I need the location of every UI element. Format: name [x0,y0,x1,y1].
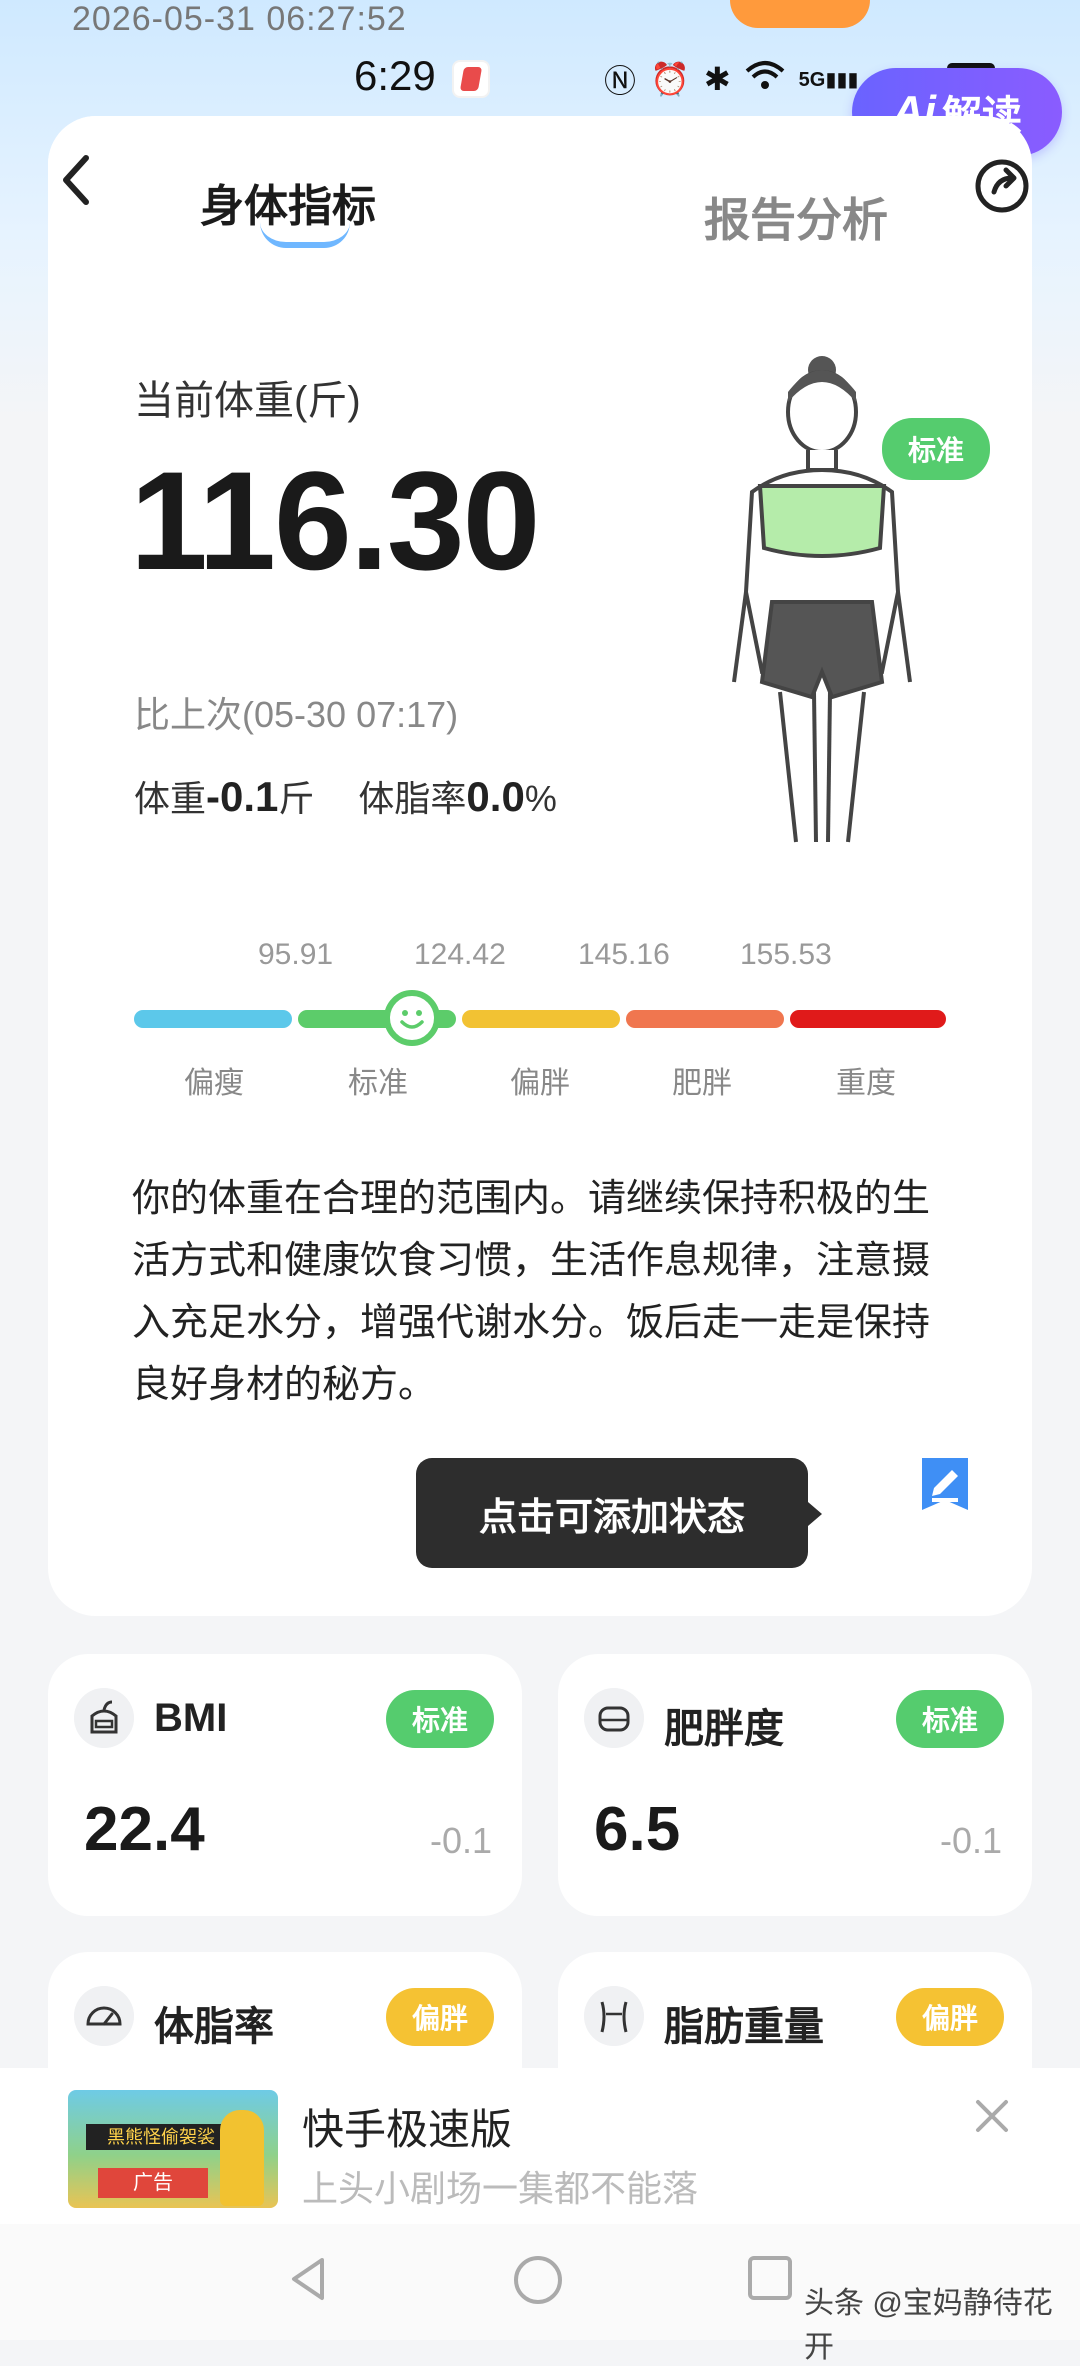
metric-badge-body-fat: 偏胖 [386,1988,494,2046]
metric-card-obesity[interactable]: 肥胖度 标准 6.5 -0.1 [558,1654,1032,1916]
scale-label-overweight: 偏胖 [510,1067,570,1100]
metric-badge-fat-mass: 偏胖 [896,1988,1004,2046]
metric-title-bmi: BMI [154,1696,228,1740]
threshold-2: 124.42 [414,938,506,971]
scale-label-underweight: 偏瘦 [184,1067,244,1100]
apple-scale-icon [74,1688,134,1748]
bluetooth-icon: ✱ [703,61,731,97]
app-notification-icon [452,60,490,98]
ad-close-icon[interactable] [972,2096,1012,2136]
weight-status-badge: 标准 [882,418,990,480]
ad-character-image [220,2110,264,2206]
metric-value-obesity: 6.5 [594,1795,681,1864]
metric-badge-obesity: 标准 [896,1690,1004,1748]
add-status-tooltip[interactable]: 点击可添加状态 [416,1458,822,1568]
ad-title: 快手极速版 [302,2106,513,2153]
metric-card-bmi[interactable]: BMI 标准 22.4 -0.1 [48,1654,522,1916]
scale-label-severe: 重度 [836,1067,896,1100]
metric-delta-obesity: -0.1 [939,1820,1002,1861]
torso-icon [584,1986,644,2046]
watermark: 头条 @宝妈静待花开 [804,2287,1053,2364]
threshold-3: 145.16 [578,938,670,971]
metric-delta-bmi: -0.1 [429,1820,492,1861]
wifi-icon [745,59,785,99]
nav-home-icon[interactable] [514,2256,562,2304]
ad-thumbnail: 黑熊怪偷袈裟 广告 [68,2090,278,2208]
alarm-icon: ⏰ [650,61,690,97]
threshold-1: 95.91 [258,938,334,971]
weight-value: 116.30 [130,442,540,599]
scale-segment-underweight [134,1010,292,1028]
nfc-icon: Ⓝ [604,63,637,99]
body-roll-icon [584,1688,644,1748]
ad-subtitle: 上头小剧场一集都不能落 [302,2168,699,2209]
ad-tag: 广告 [98,2168,208,2198]
top-orange-tab [730,0,870,28]
gauge-icon [74,1986,134,2046]
back-arrow-icon[interactable] [56,150,96,210]
tab-report-analysis[interactable]: 报告分析 [704,184,888,250]
system-navigation-bar: 头条 @宝妈静待花开 [0,2224,1080,2364]
scale-segment-overweight [462,1010,620,1028]
scale-label-obese: 肥胖 [672,1067,732,1100]
nav-back-icon[interactable] [288,2254,328,2304]
share-icon[interactable] [972,154,1032,214]
ad-thumb-banner: 黑熊怪偷袈裟 [86,2124,236,2150]
ad-banner[interactable]: 黑熊怪偷袈裟 广告 快手极速版 上头小剧场一集都不能落 [0,2068,1080,2224]
edit-status-icon[interactable] [918,1454,972,1514]
metric-title-fat-mass: 脂肪重量 [664,2005,824,2049]
metric-title-obesity: 肥胖度 [664,1707,784,1751]
metric-title-body-fat: 体脂率 [154,2005,274,2049]
status-time: 6:29 [354,52,436,99]
fat-delta: 体脂率0.0% [358,773,557,820]
scale-segment-obese [626,1010,784,1028]
nav-recent-icon[interactable] [748,2256,792,2300]
compare-label: 比上次(05-30 07:17) [134,694,459,735]
tab-underline [260,222,350,248]
threshold-4: 155.53 [740,938,832,971]
advice-text: 你的体重在合理的范围内。请继续保持积极的生活方式和健康饮食习惯，生活作息规律，注… [132,1178,931,1406]
metric-value-bmi: 22.4 [84,1795,205,1864]
weight-delta: 体重-0.1斤 [134,773,315,820]
weight-label: 当前体重(斤) [134,379,361,423]
screenshot-timestamp: 2026-05-31 06:27:52 [72,0,407,38]
5g-signal-icon: 5G▮▮▮ [798,68,859,91]
scale-label-standard: 标准 [348,1067,408,1100]
scale-segment-severe [790,1010,946,1028]
metric-badge-bmi: 标准 [386,1690,494,1748]
current-position-smiley-icon [384,990,440,1046]
delta-row: 体重-0.1斤 体脂率0.0% [134,770,557,822]
